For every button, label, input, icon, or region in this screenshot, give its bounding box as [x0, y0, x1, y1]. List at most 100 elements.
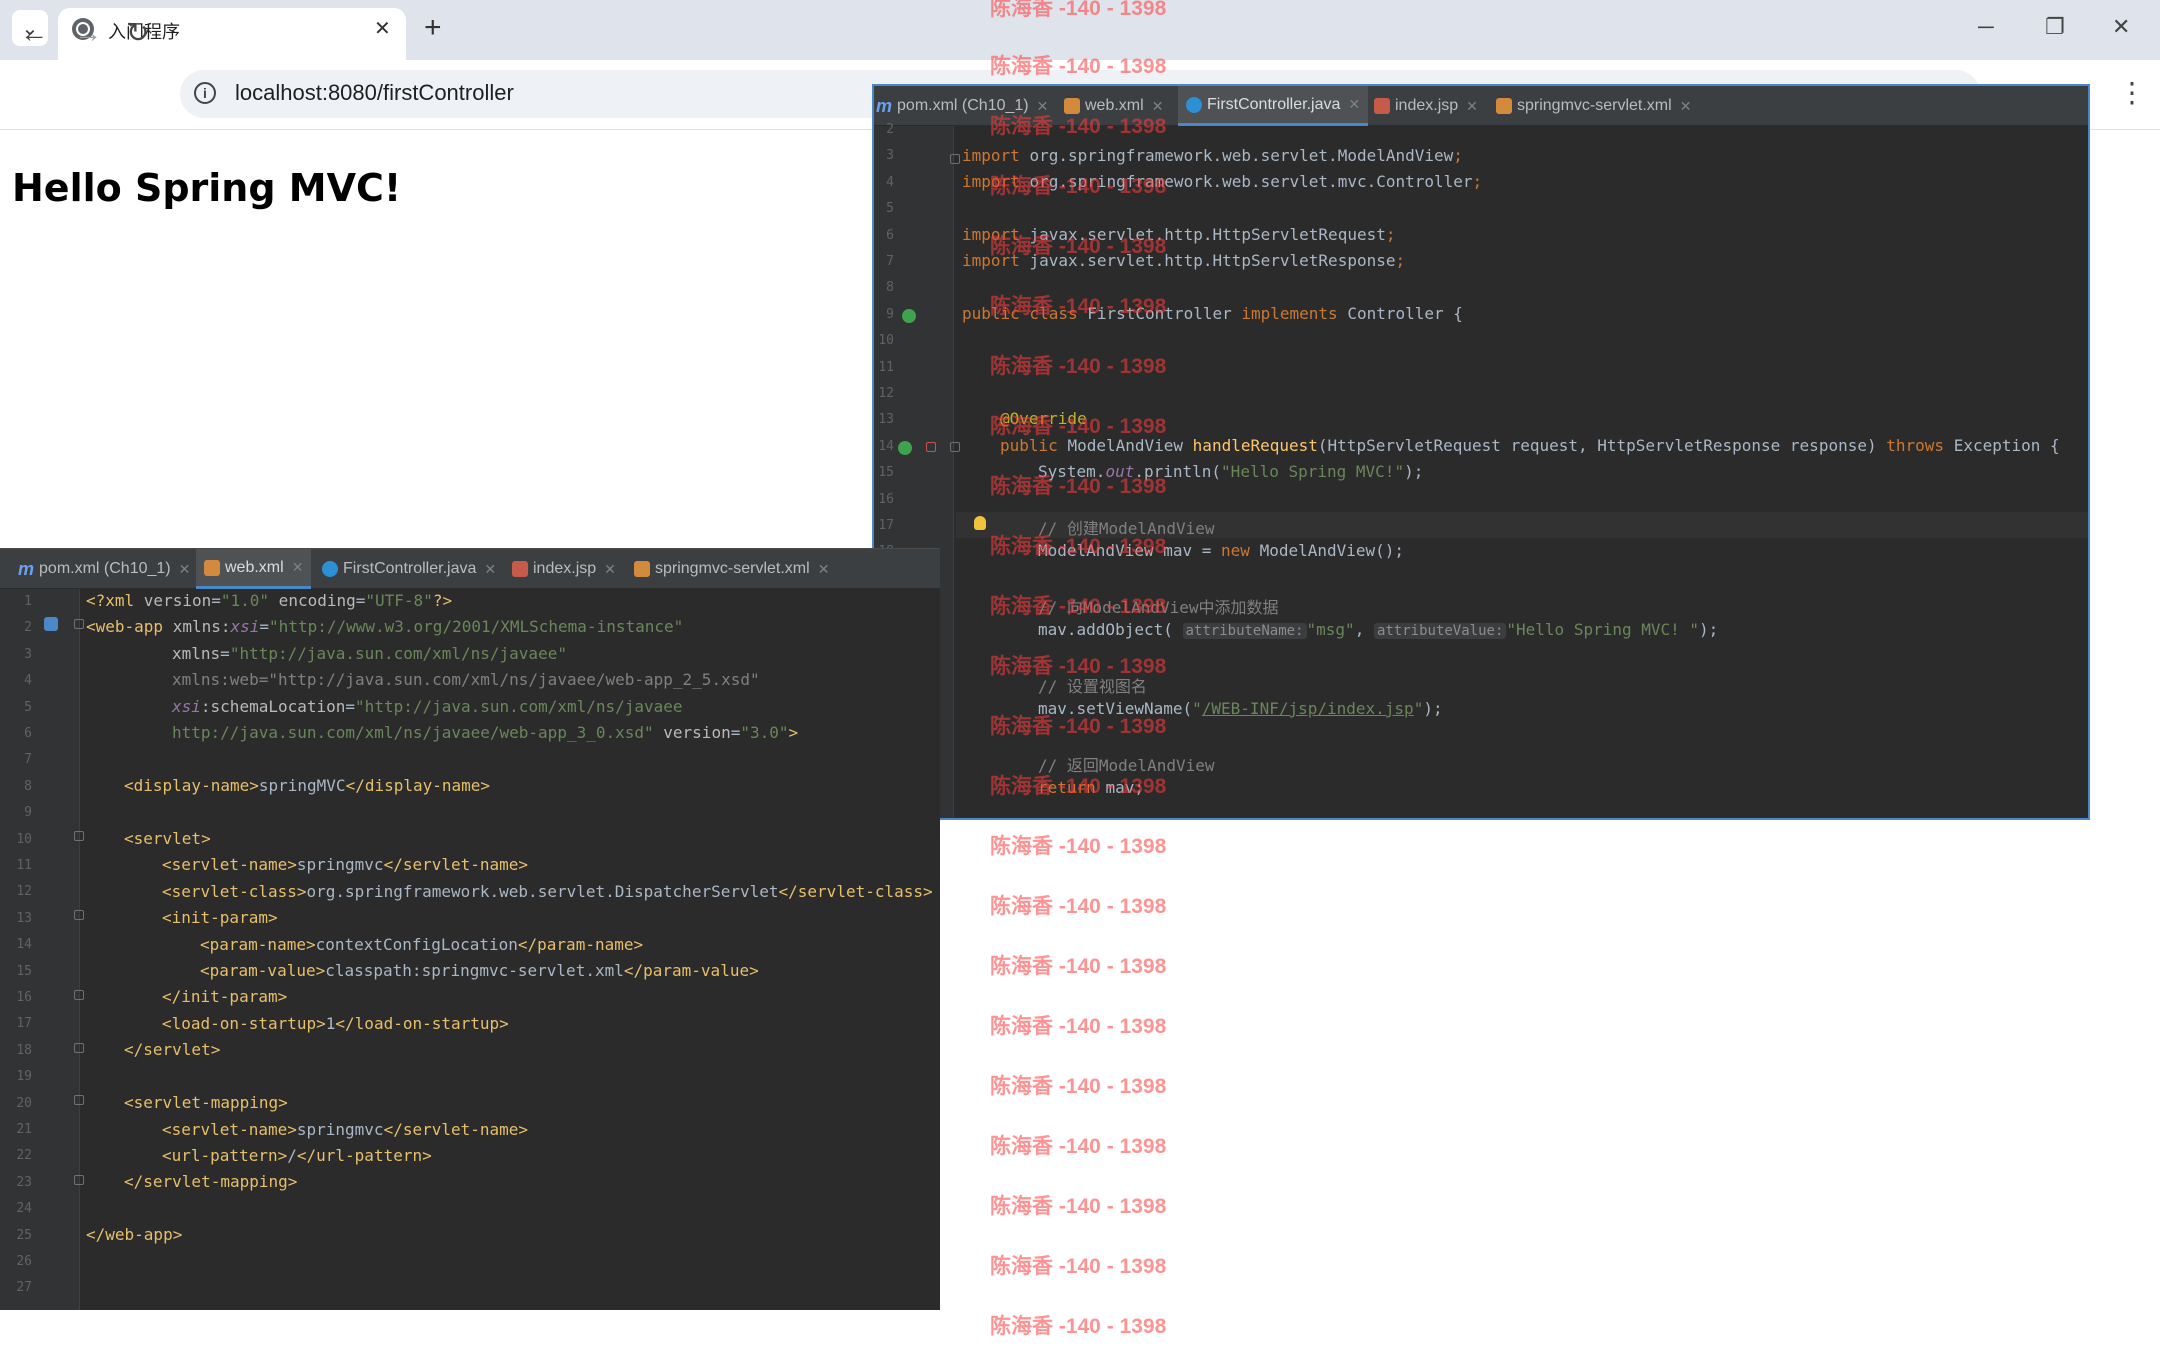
- watermark-text: 陈海香 -140 - 1398: [990, 1015, 1167, 1038]
- jsp-file-icon: [512, 561, 528, 577]
- line-number: 1: [24, 594, 32, 609]
- close-icon[interactable]: ✕: [1466, 98, 1478, 115]
- code-line[interactable]: return mav;: [1038, 778, 1144, 797]
- close-icon[interactable]: ✕: [818, 561, 830, 578]
- window-minimize-button[interactable]: ─: [1978, 14, 1994, 40]
- fold-marker-icon[interactable]: [74, 1175, 84, 1185]
- line-number: 9: [24, 805, 32, 821]
- line-number: 16: [16, 990, 32, 1005]
- code-line[interactable]: http://java.sun.com/xml/ns/javaee/web-ap…: [172, 723, 798, 742]
- code-line[interactable]: import org.springframework.web.servlet.M…: [962, 146, 1463, 165]
- code-line[interactable]: <display-name>springMVC</display-name>: [124, 776, 490, 795]
- close-icon[interactable]: ✕: [1037, 98, 1049, 115]
- fold-marker-icon[interactable]: [74, 831, 84, 841]
- close-icon[interactable]: ✕: [484, 561, 496, 578]
- fold-marker-icon[interactable]: [950, 442, 960, 452]
- fold-marker-icon[interactable]: [74, 990, 84, 1000]
- line-number: 7: [24, 752, 32, 768]
- editor-tab-webxml[interactable]: web.xml ✕: [196, 549, 312, 589]
- spring-bean-icon[interactable]: [902, 309, 916, 323]
- window-restore-button[interactable]: ❐: [2045, 14, 2065, 40]
- code-line[interactable]: // 返回ModelAndView: [1038, 752, 1215, 776]
- code-line[interactable]: </servlet-mapping>: [124, 1172, 297, 1191]
- ide-window-webxml: m pom.xml (Ch10_1) ✕ web.xml ✕ FirstControl…: [0, 548, 940, 1310]
- code-line[interactable]: public class FirstController implements …: [962, 304, 1463, 323]
- code-line[interactable]: </init-param>: [162, 987, 287, 1006]
- code-line[interactable]: // 创建ModelAndView: [1038, 515, 1215, 539]
- java-class-icon: [1186, 96, 1202, 113]
- url-text[interactable]: localhost:8080/firstController: [235, 80, 514, 106]
- code-line[interactable]: @Override: [1000, 409, 1087, 428]
- code-line[interactable]: <servlet-name>springmvc</servlet-name>: [162, 1120, 528, 1139]
- close-icon[interactable]: ✕: [179, 561, 191, 578]
- code-line[interactable]: xsi:schemaLocation="http://java.sun.com/…: [172, 697, 683, 716]
- page-heading: Hello Spring MVC!: [12, 166, 402, 210]
- xml-file-icon: [634, 561, 650, 577]
- code-line[interactable]: public ModelAndView handleRequest(HttpSe…: [1000, 436, 2060, 455]
- forward-arrow-icon[interactable]: →: [74, 18, 102, 48]
- line-number: 20: [16, 1095, 32, 1111]
- web-descriptor-icon[interactable]: [44, 617, 58, 631]
- line-number: 2: [24, 620, 32, 636]
- reload-icon[interactable]: ↻: [126, 18, 149, 48]
- editor-tab-firstcontroller[interactable]: FirstController.java ✕: [322, 549, 496, 589]
- line-number: 12: [16, 884, 32, 900]
- line-number: 9: [886, 306, 894, 322]
- browser-menu-icon[interactable]: ⋮: [2118, 76, 2146, 109]
- code-line[interactable]: <servlet-mapping>: [124, 1093, 288, 1112]
- code-line[interactable]: xmlns:web="http://java.sun.com/xml/ns/ja…: [172, 670, 760, 689]
- code-line[interactable]: </servlet>: [124, 1040, 220, 1059]
- code-line[interactable]: <web-app xmlns:xsi="http://www.w3.org/20…: [86, 617, 683, 636]
- code-line[interactable]: <url-pattern>/</url-pattern>: [162, 1146, 432, 1165]
- editor-tab-indexjsp[interactable]: index.jsp ✕: [1374, 86, 1478, 126]
- line-number: 6: [24, 726, 32, 741]
- code-line[interactable]: </web-app>: [86, 1225, 182, 1244]
- close-icon[interactable]: ✕: [1348, 96, 1360, 113]
- site-info-icon[interactable]: i: [194, 82, 216, 104]
- editor-tab-pom[interactable]: m pom.xml (Ch10_1) ✕: [18, 549, 190, 589]
- editor-tab-springmvc-servlet[interactable]: springmvc-servlet.xml ✕: [1496, 86, 1691, 126]
- code-line[interactable]: import org.springframework.web.servlet.m…: [962, 172, 1482, 191]
- watermark-text: 陈海香 -140 - 1398: [990, 1195, 1167, 1218]
- code-line[interactable]: // 向ModelAndView中添加数据: [1038, 594, 1279, 618]
- fold-marker-icon[interactable]: [74, 1095, 84, 1105]
- fold-marker-icon[interactable]: [74, 1043, 84, 1053]
- watermark-text: 陈海香 -140 - 1398: [990, 955, 1167, 978]
- window-close-button[interactable]: ✕: [2112, 14, 2130, 40]
- new-tab-button[interactable]: +: [424, 12, 442, 44]
- lightbulb-icon[interactable]: [974, 516, 986, 530]
- back-arrow-icon[interactable]: ←: [20, 18, 48, 48]
- code-line[interactable]: <servlet-class>org.springframework.web.s…: [162, 882, 933, 901]
- close-icon[interactable]: ✕: [1152, 98, 1164, 115]
- code-line[interactable]: mav.addObject( attributeName: "msg", attr…: [1038, 620, 1718, 639]
- code-line[interactable]: System.out.println("Hello Spring MVC!");: [1038, 462, 1423, 481]
- fold-marker-icon[interactable]: [74, 910, 84, 920]
- code-line[interactable]: mav.setViewName("/WEB-INF/jsp/index.jsp"…: [1038, 699, 1443, 718]
- close-icon[interactable]: ✕: [604, 561, 616, 578]
- code-line[interactable]: <load-on-startup>1</load-on-startup>: [162, 1014, 509, 1033]
- code-line[interactable]: <servlet>: [124, 829, 211, 848]
- editor-tab-webxml[interactable]: web.xml ✕: [1064, 86, 1163, 126]
- tab-close-icon[interactable]: ✕: [374, 16, 391, 41]
- code-line[interactable]: xmlns="http://java.sun.com/xml/ns/javaee…: [172, 644, 567, 663]
- code-line[interactable]: <init-param>: [162, 908, 278, 927]
- code-line[interactable]: <servlet-name>springmvc</servlet-name>: [162, 855, 528, 874]
- code-line[interactable]: import javax.servlet.http.HttpServletReq…: [962, 225, 1396, 244]
- fold-marker-icon[interactable]: [74, 619, 84, 629]
- code-line[interactable]: <param-name>contextConfigLocation</param…: [200, 935, 643, 954]
- xml-file-icon: [204, 559, 220, 576]
- close-icon[interactable]: ✕: [1680, 98, 1692, 115]
- code-line[interactable]: <param-value>classpath:springmvc-servlet…: [200, 961, 759, 980]
- implements-method-icon[interactable]: [898, 441, 912, 455]
- code-line[interactable]: ModelAndView mav = new ModelAndView();: [1038, 541, 1404, 560]
- editor-tab-pom[interactable]: m pom.xml (Ch10_1) ✕: [876, 86, 1048, 126]
- code-line[interactable]: // 设置视图名: [1038, 673, 1147, 697]
- close-icon[interactable]: ✕: [292, 559, 304, 576]
- editor-tab-springmvc-servlet[interactable]: springmvc-servlet.xml ✕: [634, 549, 829, 589]
- code-line[interactable]: <?xml version="1.0" encoding="UTF-8"?>: [86, 591, 452, 610]
- fold-marker-icon[interactable]: [950, 154, 960, 164]
- editor-tab-firstcontroller[interactable]: FirstController.java ✕: [1178, 86, 1369, 126]
- code-line[interactable]: import javax.servlet.http.HttpServletRes…: [962, 251, 1405, 270]
- editor-tab-indexjsp[interactable]: index.jsp ✕: [512, 549, 616, 589]
- override-marker-icon[interactable]: [926, 442, 936, 452]
